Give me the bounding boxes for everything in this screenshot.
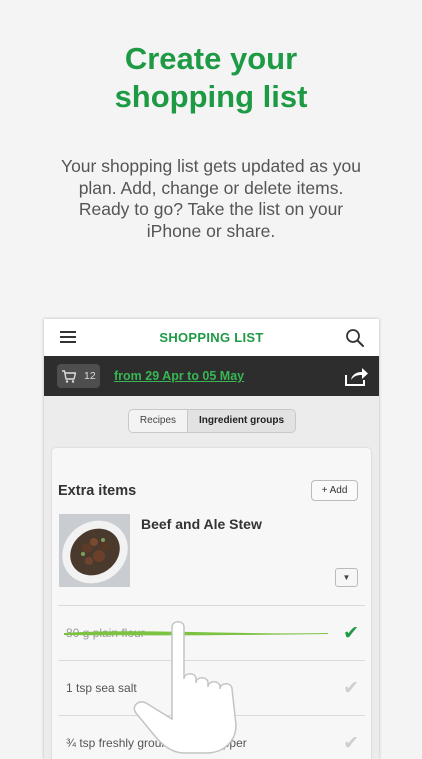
recipe-thumbnail[interactable] xyxy=(59,514,130,587)
tab-recipes[interactable]: Recipes xyxy=(129,410,188,432)
cart-icon xyxy=(62,370,77,383)
search-icon[interactable] xyxy=(345,328,365,348)
list-toolbar: 12 from 29 Apr to 05 May xyxy=(44,356,379,396)
chevron-down-icon: ▼ xyxy=(342,573,351,582)
date-range-link[interactable]: from 29 Apr to 05 May xyxy=(114,369,244,383)
app-title: SHOPPING LIST xyxy=(159,330,264,345)
headline-line-2: shopping list xyxy=(114,79,308,114)
description: Your shopping list gets updated as you p… xyxy=(40,156,382,242)
recipe-name[interactable]: Beef and Ale Stew xyxy=(141,516,262,532)
expand-button[interactable]: ▼ xyxy=(335,568,358,587)
headline-line-1: Create your xyxy=(124,41,298,76)
app-bar: SHOPPING LIST xyxy=(44,319,379,356)
description-line-3: Ready to go? Take the list on your xyxy=(78,199,344,219)
section-title: Extra items xyxy=(58,483,137,499)
description-line-2: plan. Add, change or delete items. xyxy=(78,177,344,198)
checkmark-icon[interactable]: ✔ xyxy=(343,732,359,755)
description-line-4: iPhone or share. xyxy=(146,220,276,241)
cart-count: 12 xyxy=(84,370,96,382)
description-line-1: Your shopping list gets updated as you xyxy=(61,156,361,176)
cart-button[interactable]: 12 xyxy=(57,364,100,388)
add-button[interactable]: + Add xyxy=(311,480,358,501)
item-text: 1 tsp sea salt xyxy=(66,681,137,695)
checkmark-icon[interactable]: ✔ xyxy=(343,677,359,700)
checkmark-icon[interactable]: ✔ xyxy=(343,622,359,645)
tab-ingredient-groups[interactable]: Ingredient groups xyxy=(188,410,295,432)
hand-pointer-icon xyxy=(133,621,237,754)
view-switcher: Recipes Ingredient groups xyxy=(128,409,296,433)
headline: Create your shopping list xyxy=(0,40,422,116)
share-icon[interactable] xyxy=(344,365,370,387)
